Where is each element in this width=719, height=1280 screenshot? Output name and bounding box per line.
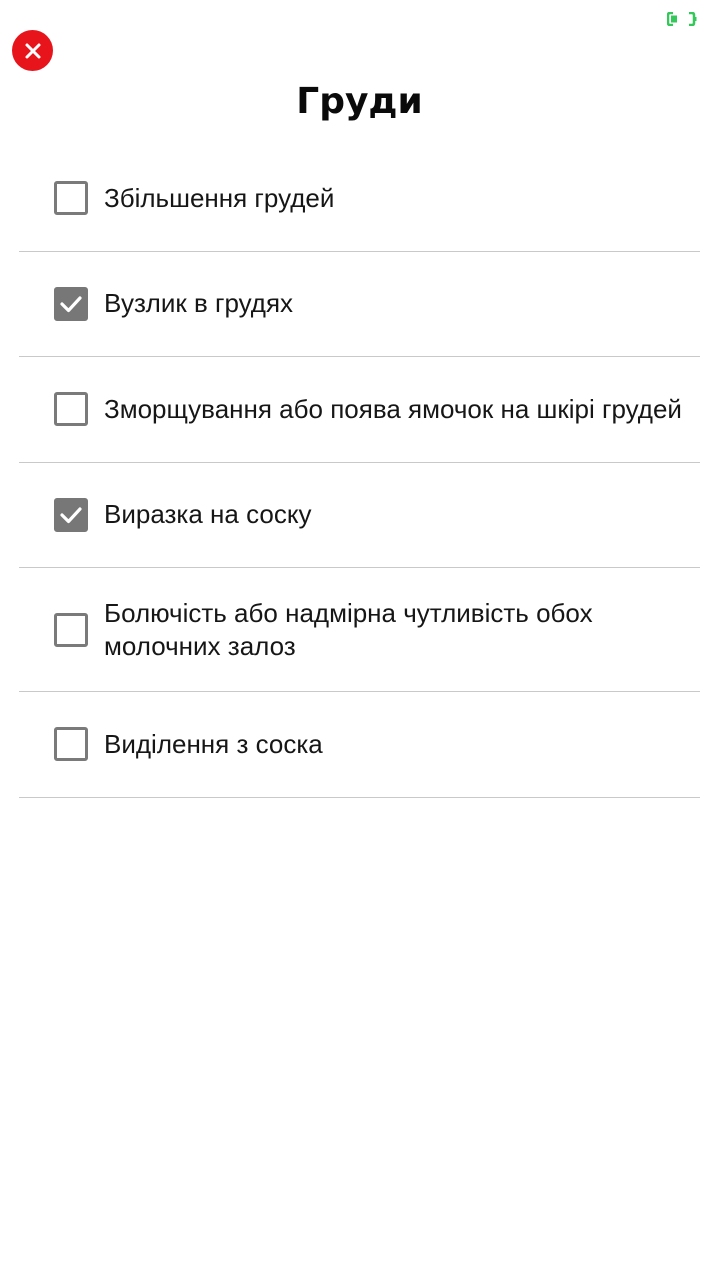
checkmark-icon [60, 296, 82, 312]
checkbox[interactable] [54, 727, 88, 762]
list-item-label: Болючість або надмірна чутливість обох м… [104, 597, 593, 661]
checkbox[interactable] [54, 181, 88, 216]
close-button[interactable] [12, 30, 53, 71]
checkbox[interactable] [54, 286, 88, 321]
list-item-label: Виділення з соска [104, 728, 323, 759]
list-item[interactable]: Зморщування або поява ямочок на шкірі гр… [19, 357, 700, 463]
battery-indicator-icon [666, 11, 697, 27]
list-item[interactable]: Вузлик в грудях [19, 252, 700, 357]
list-item-label: Збільшення грудей [104, 182, 335, 213]
list-item[interactable]: Болючість або надмірна чутливість обох м… [19, 568, 700, 692]
list-item-label: Виразка на соску [104, 499, 312, 530]
list-item-label: Вузлик в грудях [104, 288, 294, 319]
list-item[interactable]: Збільшення грудей [19, 146, 700, 252]
close-icon [25, 43, 40, 58]
list-item[interactable]: Виділення з соска [19, 692, 700, 798]
checkmark-icon [60, 507, 82, 523]
list-item-label: Зморщування або поява ямочок на шкірі гр… [104, 393, 682, 424]
page-title: Груди [296, 81, 423, 122]
list-item[interactable]: Виразка на соску [19, 463, 700, 568]
symptom-list: Збільшення грудей Вузлик в грудях Зморщу… [19, 146, 700, 798]
checkbox[interactable] [54, 392, 88, 427]
checkbox[interactable] [54, 612, 88, 647]
checkbox[interactable] [54, 497, 88, 532]
